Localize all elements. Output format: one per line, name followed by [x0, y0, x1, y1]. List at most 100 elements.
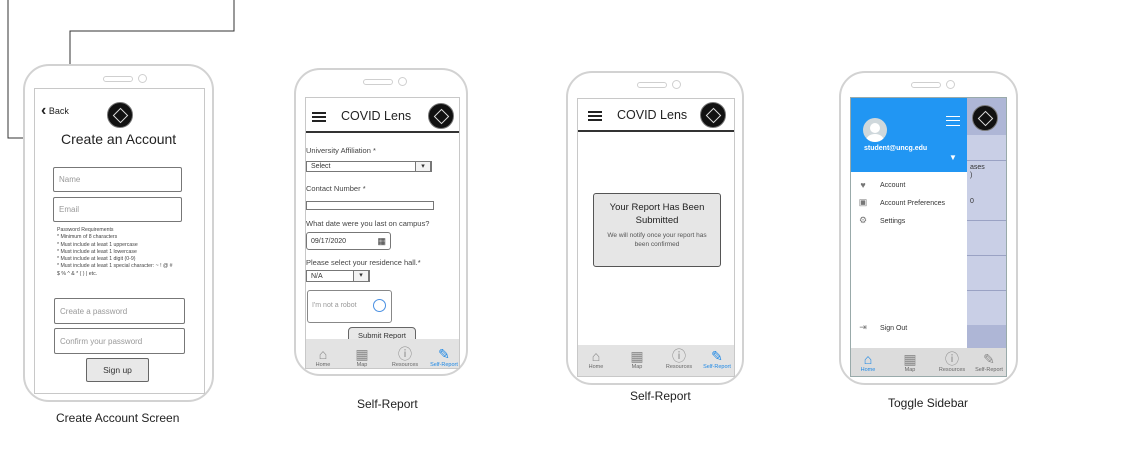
- phone-speaker: [637, 82, 667, 88]
- date-question: What date were you last on campus?: [306, 219, 430, 228]
- page-title: Create an Account: [61, 131, 177, 147]
- app-logo: [428, 103, 454, 129]
- password-requirement-line: $ % ^ & * ( ) | etc.: [57, 270, 98, 277]
- sidebar-item-account[interactable]: Account: [880, 182, 905, 189]
- affiliation-label: University Affiliation *: [306, 146, 376, 155]
- topbar-divider: [306, 131, 459, 133]
- sidebar-email: student@uncg.edu: [864, 145, 928, 152]
- bottom-nav-items: ⌂ Home ▦ Map ⓘ Resources ✎ Self-Report: [577, 344, 735, 376]
- back-label: Back: [48, 106, 69, 116]
- menu-icon[interactable]: [588, 111, 602, 121]
- avatar[interactable]: [863, 118, 887, 142]
- phone-speaker: [103, 76, 133, 82]
- name-field[interactable]: Name: [53, 167, 182, 192]
- heart-icon: ♥: [860, 180, 866, 190]
- caret-down-icon[interactable]: ▼: [949, 153, 957, 162]
- phone-report-submitted: COVID Lens Your Report Has Been Submitte…: [566, 71, 744, 385]
- phone-camera: [672, 80, 681, 89]
- create-account-screen: ‹ Back Create an Account Name Email Pass…: [34, 88, 205, 394]
- residence-label: Please select your residence hall.*: [306, 258, 421, 267]
- nav-map[interactable]: ▦ Map: [619, 348, 655, 370]
- sidebar-item-account-preferences[interactable]: Account Preferences: [880, 200, 945, 207]
- phone-camera: [398, 77, 407, 86]
- back-button[interactable]: ‹ Back: [41, 101, 69, 119]
- create-password-field[interactable]: Create a password: [54, 298, 185, 324]
- self-report-form-screen: COVID Lens University Affiliation * Sele…: [305, 97, 460, 369]
- menu-icon[interactable]: [946, 116, 960, 126]
- affiliation-select[interactable]: Select ▾: [306, 161, 432, 172]
- home-icon: ⌂: [318, 346, 328, 362]
- info-icon: ⓘ: [672, 348, 686, 364]
- submitted-dialog: Your Report Has Been Submitted We will n…: [593, 193, 721, 267]
- chevron-left-icon: ‹: [41, 102, 47, 119]
- bottom-nav-items: ⌂ Home ▦ Map ⓘ Resources ✎ Self-Report: [305, 342, 460, 372]
- menu-icon[interactable]: [312, 112, 326, 122]
- info-icon: ⓘ: [398, 346, 412, 362]
- app-logo: [700, 102, 726, 128]
- nav-home[interactable]: ⌂ Home: [850, 351, 886, 373]
- nav-self-report[interactable]: ✎ Self-Report: [426, 346, 462, 368]
- map-icon: ▦: [630, 348, 644, 364]
- sign-out-icon: ⇥: [859, 322, 867, 332]
- caption-self-report-1: Self-Report: [357, 397, 418, 411]
- caption-create-account: Create Account Screen: [56, 411, 180, 425]
- sidebar-item-settings[interactable]: Settings: [880, 218, 905, 225]
- pencil-icon: ✎: [711, 348, 723, 364]
- nav-home[interactable]: ⌂ Home: [305, 346, 341, 368]
- password-requirements: Password Requirements * Minimum of 8 char…: [57, 227, 197, 278]
- phone-speaker: [911, 82, 941, 88]
- home-icon: ⌂: [591, 348, 601, 364]
- pencil-icon: ✎: [438, 346, 450, 362]
- background-content: ases ) 0: [967, 135, 1006, 325]
- bg-fragment: ): [970, 172, 973, 179]
- confirm-password-field[interactable]: Confirm your password: [54, 328, 185, 354]
- phone-create-account: ‹ Back Create an Account Name Email Pass…: [23, 64, 214, 402]
- calendar-icon[interactable]: ▦: [377, 236, 386, 247]
- topbar-divider: [578, 130, 734, 132]
- nav-home[interactable]: ⌂ Home: [578, 348, 614, 370]
- phone-camera: [138, 74, 147, 83]
- captcha-box[interactable]: I'm not a robot: [307, 290, 392, 323]
- pencil-icon: ✎: [983, 351, 995, 367]
- nav-map[interactable]: ▦ Map: [344, 346, 380, 368]
- chevron-down-icon: ▾: [353, 270, 369, 282]
- submitted-message: We will notify once your report has been…: [607, 232, 707, 248]
- password-requirement-line: * Must include at least 1 lowercase: [57, 248, 137, 255]
- bg-fragment: 0: [970, 198, 974, 205]
- date-input[interactable]: 09/17/2020 ▦: [306, 232, 391, 250]
- password-requirement-line: * Minimum of 8 characters: [57, 234, 118, 241]
- contact-card-icon: ▣: [858, 197, 868, 207]
- nav-self-report[interactable]: ✎ Self-Report: [971, 351, 1007, 373]
- sidebar-drawer: student@uncg.edu ▼ ♥ Account ▣ Account P…: [851, 98, 967, 348]
- info-icon: ⓘ: [945, 351, 959, 367]
- sidebar-item-sign-out[interactable]: Sign Out: [880, 325, 907, 332]
- nav-resources[interactable]: ⓘ Resources: [934, 351, 970, 373]
- nav-map[interactable]: ▦ Map: [892, 351, 928, 373]
- caption-self-report-2: Self-Report: [630, 389, 691, 403]
- captcha-label: I'm not a robot: [312, 302, 357, 309]
- map-icon: ▦: [355, 346, 369, 362]
- phone-camera: [946, 80, 955, 89]
- report-submitted-screen: COVID Lens Your Report Has Been Submitte…: [577, 98, 735, 377]
- gear-icon: ⚙: [858, 215, 868, 225]
- bottom-nav-items: ⌂ Home ▦ Map ⓘ Resources ✎ Self-Report: [850, 348, 1007, 378]
- bg-fragment: ases: [970, 164, 985, 171]
- toggle-sidebar-screen: ases ) 0 student@uncg.edu ▼ ♥ Account ▣ …: [850, 97, 1007, 377]
- app-logo: [972, 105, 998, 131]
- phone-speaker: [363, 79, 393, 85]
- email-field[interactable]: Email: [53, 197, 182, 222]
- app-logo: [107, 102, 133, 128]
- password-requirement-line: * Must include at least 1 uppercase: [57, 241, 138, 248]
- chevron-down-icon: ▾: [415, 161, 431, 172]
- app-title: COVID Lens: [341, 109, 412, 123]
- nav-resources[interactable]: ⓘ Resources: [387, 346, 423, 368]
- password-requirement-line: * Must include at least 1 digit (0-9): [57, 256, 136, 263]
- residence-select[interactable]: N/A ▾: [306, 270, 370, 282]
- contact-number-input[interactable]: [306, 201, 434, 210]
- captcha-checkbox[interactable]: [373, 299, 386, 312]
- home-icon: ⌂: [863, 351, 873, 367]
- password-requirement-line: Password Requirements: [57, 227, 114, 233]
- nav-self-report[interactable]: ✎ Self-Report: [699, 348, 735, 370]
- nav-resources[interactable]: ⓘ Resources: [661, 348, 697, 370]
- sign-up-button[interactable]: Sign up: [86, 358, 149, 382]
